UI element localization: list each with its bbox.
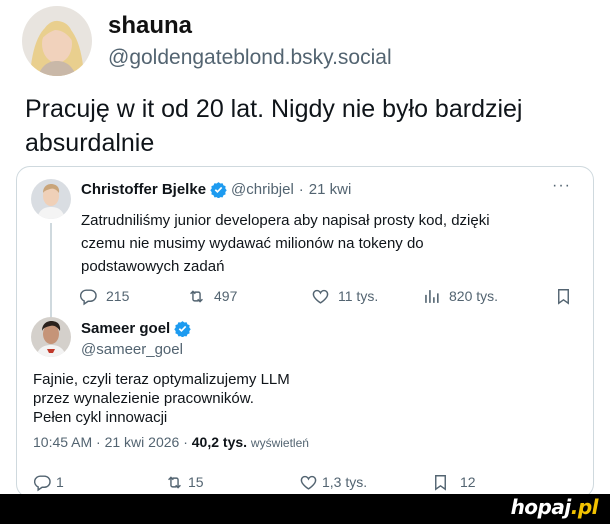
views-count: 820 tys. xyxy=(449,288,499,304)
repost-button[interactable]: 15 xyxy=(165,473,204,492)
verified-badge-icon xyxy=(174,321,191,337)
author-name[interactable]: shauna xyxy=(108,12,192,40)
embedded-thread-card: Christoffer Bjelke @chribjel · 21 kwi ··… xyxy=(16,166,594,498)
reply-timestamp[interactable]: 10:45 AM · 21 kwi 2026 · xyxy=(33,434,188,450)
quoted-author-avatar[interactable] xyxy=(31,179,71,219)
reply-tweet-meta: 10:45 AM · 21 kwi 2026 · 40,2 tys. wyświ… xyxy=(33,434,309,450)
bookmark-icon xyxy=(435,474,446,491)
reply-author-name[interactable]: Sameer goel xyxy=(81,320,170,337)
quoted-author-handle[interactable]: @chribjel xyxy=(231,181,294,198)
watermark-ext: .pl xyxy=(570,495,599,519)
reply-text-line: Fajnie, czyli teraz optymalizujemy LLM xyxy=(33,371,290,388)
watermark-logo: hopaj.pl xyxy=(510,495,599,519)
bookmark-count: 12 xyxy=(460,474,476,490)
reply-icon xyxy=(79,288,97,305)
repost-count: 15 xyxy=(188,474,204,490)
quoted-tweet-time[interactable]: 21 kwi xyxy=(309,181,352,198)
reply-views-count: 40,2 tys. xyxy=(191,434,248,450)
like-count: 1,3 tys. xyxy=(322,474,368,490)
watermark-bar: hopaj.pl xyxy=(0,494,610,524)
reply-button[interactable]: 1 xyxy=(33,473,64,492)
like-button[interactable]: 11 tys. xyxy=(311,287,378,306)
more-icon[interactable]: ··· xyxy=(552,177,571,195)
views-button[interactable]: 820 tys. xyxy=(422,287,498,306)
quoted-tweet-text: Zatrudniliśmy junior developera aby napi… xyxy=(81,212,490,275)
bookmark-button[interactable] xyxy=(554,287,581,306)
bookmark-button[interactable]: 12 xyxy=(431,473,476,492)
repost-icon xyxy=(190,289,203,303)
reply-views-label: wyświetleń xyxy=(250,436,309,450)
reply-tweet-text: Fajnie, czyli teraz optymalizujemy LLM p… xyxy=(33,370,433,427)
reply-text-line: Pełen cykl innowacji xyxy=(33,409,168,426)
reply-tweet-actions: 1 15 1,3 tys. 12 xyxy=(17,471,593,493)
repost-count: 497 xyxy=(214,288,238,304)
reply-count: 215 xyxy=(106,288,130,304)
views-icon xyxy=(425,289,439,303)
author-handle[interactable]: @goldengateblond.bsky.social xyxy=(108,46,392,70)
reply-icon xyxy=(33,474,51,491)
reply-text-line: przez wynalezienie pracowników. xyxy=(33,390,254,407)
separator-dot: · xyxy=(298,181,304,198)
reply-count: 1 xyxy=(56,474,64,490)
quoted-author-name[interactable]: Christoffer Bjelke xyxy=(81,181,206,198)
post-text: Pracuję w it od 20 lat. Nigdy nie było b… xyxy=(25,95,523,157)
reply-button[interactable]: 215 xyxy=(79,287,129,306)
like-count: 11 tys. xyxy=(338,288,379,304)
reply-author-avatar[interactable] xyxy=(31,317,71,357)
like-button[interactable]: 1,3 tys. xyxy=(299,473,367,492)
like-icon xyxy=(312,289,329,304)
bookmark-icon xyxy=(558,288,569,305)
quoted-tweet-actions: 215 497 11 tys. 820 tys. xyxy=(17,285,593,307)
author-avatar[interactable] xyxy=(22,6,92,76)
repost-icon xyxy=(168,475,181,489)
watermark-name: hopaj xyxy=(510,495,572,519)
repost-button[interactable]: 497 xyxy=(187,287,237,306)
reply-author-name-row: Sameer goel xyxy=(81,320,195,337)
like-icon xyxy=(300,475,317,490)
reply-author-handle[interactable]: @sameer_goel xyxy=(81,341,183,358)
verified-badge-icon xyxy=(210,182,227,198)
quoted-tweet-header: Christoffer Bjelke @chribjel · 21 kwi xyxy=(81,181,351,198)
